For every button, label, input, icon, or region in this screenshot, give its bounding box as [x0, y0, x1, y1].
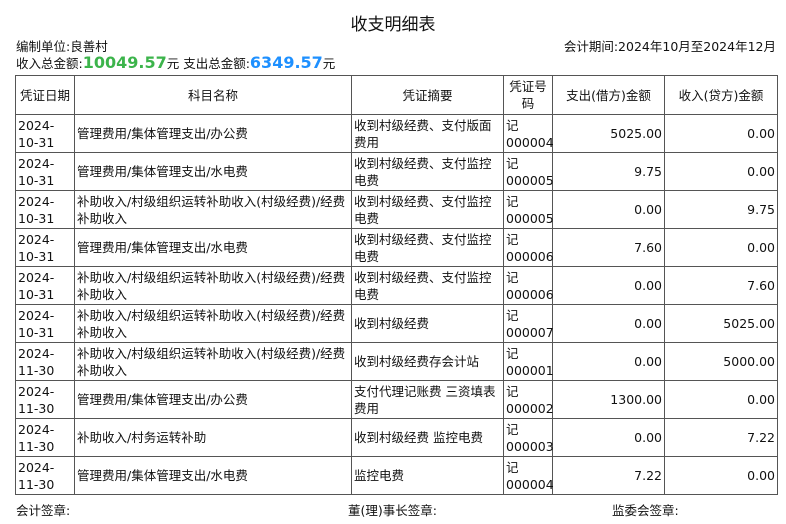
- debit-cell: 0.00: [552, 266, 665, 305]
- account-cell: 管理费用/集体管理支出/办公费: [74, 114, 352, 153]
- date-cell: 2024-10-31: [15, 228, 75, 267]
- credit-cell: 9.75: [664, 190, 778, 229]
- voucher-cell: 记000005: [503, 190, 554, 229]
- account-cell: 补助收入/村级组织运转补助收入(村级经费)/经费补助收入: [74, 304, 352, 343]
- credit-cell: 7.22: [664, 418, 778, 457]
- summary-cell: 监控电费: [351, 456, 504, 495]
- credit-cell: 5000.00: [664, 342, 778, 381]
- debit-cell: 5025.00: [552, 114, 665, 153]
- income-label: 收入总金额:: [16, 56, 83, 71]
- date-cell: 2024-10-31: [15, 304, 75, 343]
- voucher-cell: 记000006: [503, 266, 554, 305]
- credit-cell: 7.60: [664, 266, 778, 305]
- table-row: 2024-10-31 补助收入/村级组织运转补助收入(村级经费)/经费补助收入 …: [15, 190, 778, 229]
- table-row: 2024-10-31 管理费用/集体管理支出/水电费 收到村级经费、支付监控电费…: [15, 152, 778, 191]
- table-header-row: 凭证日期 科目名称 凭证摘要 凭证号码 支出(借方)金额 收入(贷方)金额: [15, 75, 778, 115]
- table-row: 2024-10-31 补助收入/村级组织运转补助收入(村级经费)/经费补助收入 …: [15, 266, 778, 305]
- summary-cell: 收到村级经费、支付版面费用: [351, 114, 504, 153]
- voucher-cell: 记000007: [503, 304, 554, 343]
- account-cell: 补助收入/村级组织运转补助收入(村级经费)/经费补助收入: [74, 342, 352, 381]
- ledger-page: 收支明细表 编制单位:良善村 会计期间:2024年10月至2024年12月 收入…: [0, 0, 786, 524]
- summary-cell: 收到村级经费: [351, 304, 504, 343]
- account-cell: 补助收入/村级组织运转补助收入(村级经费)/经费补助收入: [74, 266, 352, 305]
- header-account: 科目名称: [74, 75, 352, 115]
- ledger-table: 凭证日期 科目名称 凭证摘要 凭证号码 支出(借方)金额 收入(贷方)金额 20…: [15, 75, 778, 495]
- voucher-cell: 记000004: [503, 456, 554, 495]
- voucher-cell: 记000003: [503, 418, 554, 457]
- date-cell: 2024-10-31: [15, 190, 75, 229]
- table-row: 2024-10-31 管理费用/集体管理支出/办公费 收到村级经费、支付版面费用…: [15, 114, 778, 153]
- table-row: 2024-10-31 管理费用/集体管理支出/水电费 收到村级经费、支付监控电费…: [15, 228, 778, 267]
- period-label: 会计期间:2024年10月至2024年12月: [563, 39, 776, 54]
- credit-cell: 0.00: [664, 228, 778, 267]
- director-signature: 董(理)事长签章:: [348, 503, 437, 518]
- date-cell: 2024-10-31: [15, 266, 75, 305]
- debit-cell: 0.00: [552, 304, 665, 343]
- supervisor-signature: 监委会签章:: [612, 503, 679, 518]
- header-credit: 收入(贷方)金额: [664, 75, 778, 115]
- date-cell: 2024-11-30: [15, 380, 75, 419]
- date-cell: 2024-11-30: [15, 456, 75, 495]
- date-cell: 2024-11-30: [15, 342, 75, 381]
- debit-cell: 7.60: [552, 228, 665, 267]
- credit-cell: 0.00: [664, 380, 778, 419]
- page-title: 收支明细表: [350, 15, 436, 35]
- debit-cell: 1300.00: [552, 380, 665, 419]
- voucher-cell: 记000002: [503, 380, 554, 419]
- debit-cell: 0.00: [552, 418, 665, 457]
- account-cell: 管理费用/集体管理支出/水电费: [74, 456, 352, 495]
- accountant-signature: 会计签章:: [16, 503, 71, 518]
- summary-cell: 收到村级经费、支付监控电费: [351, 266, 504, 305]
- table-row: 2024-11-30 补助收入/村级组织运转补助收入(村级经费)/经费补助收入 …: [15, 342, 778, 381]
- debit-cell: 9.75: [552, 152, 665, 191]
- account-cell: 补助收入/村务运转补助: [74, 418, 352, 457]
- credit-cell: 0.00: [664, 152, 778, 191]
- header-date: 凭证日期: [15, 75, 75, 115]
- table-row: 2024-11-30 管理费用/集体管理支出/办公费 支付代理记账费 三资填表费…: [15, 380, 778, 419]
- header-summary: 凭证摘要: [351, 75, 504, 115]
- account-cell: 管理费用/集体管理支出/水电费: [74, 152, 352, 191]
- date-cell: 2024-11-30: [15, 418, 75, 457]
- date-cell: 2024-10-31: [15, 114, 75, 153]
- summary-cell: 支付代理记账费 三资填表费用: [351, 380, 504, 419]
- voucher-cell: 记000006: [503, 228, 554, 267]
- expense-suffix: 元: [322, 56, 336, 71]
- credit-cell: 0.00: [664, 114, 778, 153]
- summary-cell: 收到村级经费 监控电费: [351, 418, 504, 457]
- header-debit: 支出(借方)金额: [552, 75, 665, 115]
- credit-cell: 5025.00: [664, 304, 778, 343]
- voucher-cell: 记000001: [503, 342, 554, 381]
- income-total: 10049.57: [82, 53, 167, 72]
- table-row: 2024-10-31 补助收入/村级组织运转补助收入(村级经费)/经费补助收入 …: [15, 304, 778, 343]
- account-cell: 补助收入/村级组织运转补助收入(村级经费)/经费补助收入: [74, 190, 352, 229]
- debit-cell: 7.22: [552, 456, 665, 495]
- summary-cell: 收到村级经费、支付监控电费: [351, 152, 504, 191]
- summary-cell: 收到村级经费存会计站: [351, 342, 504, 381]
- expense-total: 6349.57: [249, 53, 323, 72]
- account-cell: 管理费用/集体管理支出/办公费: [74, 380, 352, 419]
- totals-line: 收入总金额:10049.57元 支出总金额:6349.57元: [16, 53, 335, 72]
- header-voucher: 凭证号码: [503, 75, 553, 115]
- voucher-cell: 记000005: [503, 152, 554, 191]
- summary-cell: 收到村级经费、支付监控电费: [351, 228, 504, 267]
- table-row: 2024-11-30 补助收入/村务运转补助 收到村级经费 监控电费 记0000…: [15, 418, 778, 457]
- summary-cell: 收到村级经费、支付监控电费: [351, 190, 504, 229]
- table-row: 2024-11-30 管理费用/集体管理支出/水电费 监控电费 记000004 …: [15, 456, 778, 495]
- debit-cell: 0.00: [552, 342, 665, 381]
- date-cell: 2024-10-31: [15, 152, 75, 191]
- debit-cell: 0.00: [552, 190, 665, 229]
- income-suffix: 元 支出总金额:: [166, 56, 250, 71]
- account-cell: 管理费用/集体管理支出/水电费: [74, 228, 352, 267]
- credit-cell: 0.00: [664, 456, 778, 495]
- voucher-cell: 记000004: [503, 114, 554, 153]
